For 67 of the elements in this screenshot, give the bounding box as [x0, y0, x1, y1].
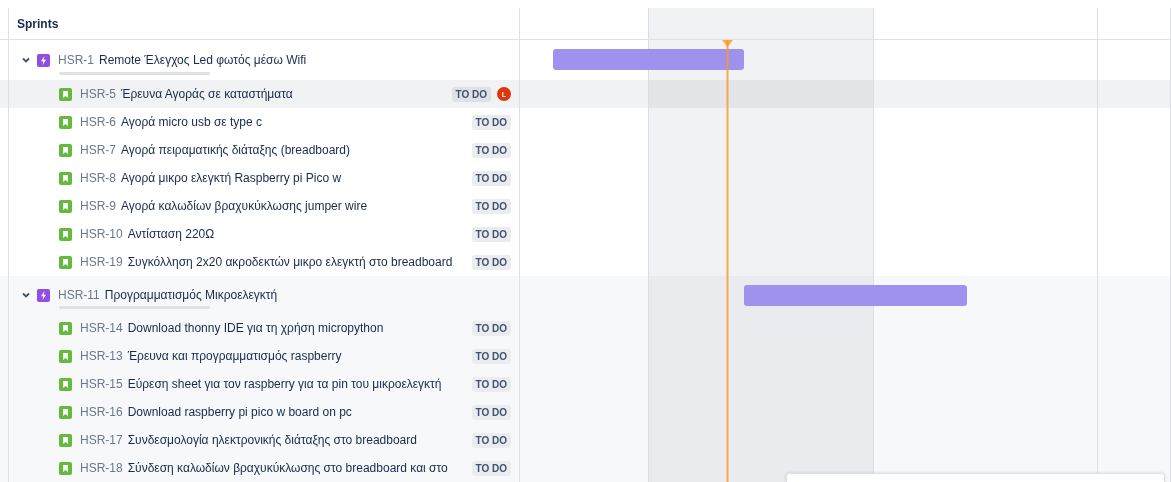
issue-key[interactable]: HSR-15 [80, 377, 123, 391]
bookmark-icon [59, 433, 72, 447]
issue-title: Συγκόλληση 2x20 ακροδεκτών μικρο ελεγκτή στο breadboard [127, 255, 454, 269]
bookmark-icon [59, 87, 72, 101]
bookmark-icon [59, 143, 72, 157]
status-lozenge[interactable]: TO DO [471, 170, 511, 186]
epic-title: Remote Έλεγχος Led φωτός μέσω Wifi [99, 53, 308, 67]
lightning-icon [37, 288, 50, 302]
issue-key[interactable]: HSR-14 [80, 321, 123, 335]
issue-key[interactable]: HSR-19 [80, 255, 123, 269]
lightning-icon [37, 53, 50, 67]
bookmark-icon [59, 405, 72, 419]
bookmark-icon [59, 171, 72, 185]
issue-key[interactable]: HSR-8 [80, 171, 116, 185]
issue-title: Αγορά μικρο ελεγκτή Raspberry pi Pico w [121, 171, 343, 185]
status-lozenge[interactable]: TO DO [471, 226, 511, 242]
chevron-icon[interactable] [21, 55, 31, 65]
status-lozenge[interactable]: TO DO [471, 254, 511, 270]
status-lozenge[interactable]: TO DO [471, 114, 511, 130]
status-lozenge[interactable]: TO DO [471, 376, 511, 392]
issue-title: Εύρεση sheet για τον raspberry για τα pin του μικροελεγκτή [127, 377, 443, 391]
issue-row[interactable]: HSR-13 Έρευνα και προγραμματισμός raspberry TO DO [0, 342, 1171, 370]
status-lozenge[interactable]: TO DO [471, 348, 511, 364]
issue-row[interactable]: HSR-15 Εύρεση sheet για τον raspberry για τα pin του μικροελεγκτή TO DO [0, 370, 1171, 398]
issue-key[interactable]: HSR-17 [80, 433, 123, 447]
status-lozenge[interactable]: TO DO [451, 86, 491, 102]
issue-title: Σύνδεση καλωδίων βραχυκύκλωσης στο breadboard και στο [127, 461, 449, 475]
bookmark-icon [59, 227, 72, 241]
status-lozenge[interactable]: TO DO [471, 198, 511, 214]
bookmark-icon [59, 199, 72, 213]
issue-key[interactable]: HSR-11 [58, 288, 100, 302]
issue-key[interactable]: HSR-5 [80, 87, 116, 101]
issue-row[interactable]: HSR-16 Download raspberry pi pico w board on pc TO DO [0, 398, 1171, 426]
status-lozenge[interactable]: TO DO [471, 320, 511, 336]
issue-title: Έρευνα Αγοράς σε καταστήματα [121, 87, 294, 101]
issue-title: Αντίσταση 220Ω [127, 227, 216, 241]
bookmark-icon [59, 255, 72, 269]
chevron-icon[interactable] [21, 290, 31, 300]
issue-title: Συνδεσμολογία ηλεκτρονικής διάταξης στο breadboard [127, 433, 418, 447]
issue-title: Αγορά πειραματικής διάταξης (breadboard) [121, 143, 351, 157]
issue-key[interactable]: HSR-18 [80, 461, 123, 475]
bookmark-icon [59, 377, 72, 391]
issue-title: Αγορά micro usb σε type c [121, 115, 264, 129]
issue-key[interactable]: HSR-1 [58, 53, 94, 67]
status-lozenge[interactable]: TO DO [471, 460, 511, 476]
issue-key[interactable]: HSR-6 [80, 115, 116, 129]
status-lozenge[interactable]: TO DO [471, 142, 511, 158]
issue-row[interactable]: HSR-18 Σύνδεση καλωδίων βραχυκύκλωσης στο breadboard και στο TO DO [0, 454, 1171, 482]
issue-title: Download thonny IDE για τη χρήση micropython [127, 321, 385, 335]
panel-header: Sprints [17, 16, 59, 31]
status-lozenge[interactable]: TO DO [471, 404, 511, 420]
issue-key[interactable]: HSR-9 [80, 199, 116, 213]
issue-title: Έρευνα και προγραμματισμός raspberry [127, 349, 343, 363]
epic-title: Προγραμματισμός Μικροελεγκτή [104, 288, 279, 302]
issue-row[interactable]: HSR-17 Συνδεσμολογία ηλεκτρονικής διάταξης στο breadboard TO DO [0, 426, 1171, 454]
issue-title: Download raspberry pi pico w board on pc [127, 405, 353, 419]
issue-key[interactable]: HSR-10 [80, 227, 123, 241]
bookmark-icon [59, 461, 72, 475]
issue-key[interactable]: HSR-16 [80, 405, 123, 419]
issue-title: Αγορά καλωδίων βραχυκύκλωσης jumper wire [121, 199, 369, 213]
bookmark-icon [59, 321, 72, 335]
issue-row[interactable]: HSR-14 Download thonny IDE για τη χρήση micropython TO DO [0, 314, 1171, 342]
issue-key[interactable]: HSR-7 [80, 143, 116, 157]
status-lozenge[interactable]: TO DO [471, 432, 511, 448]
issue-key[interactable]: HSR-13 [80, 349, 123, 363]
bookmark-icon [59, 349, 72, 363]
bookmark-icon [59, 115, 72, 129]
